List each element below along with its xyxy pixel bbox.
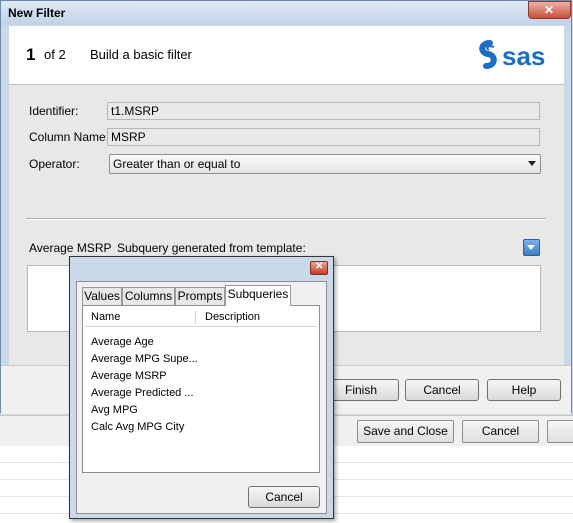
- sas-logo: sas: [479, 40, 545, 71]
- subqueries-list: Name Description Average Age Average MPG…: [82, 305, 320, 473]
- list-item[interactable]: Average MSRP: [91, 370, 167, 382]
- close-icon: ✕: [544, 3, 555, 17]
- list-header: Name Description: [85, 308, 317, 327]
- title-bar: New Filter ✕: [1, 1, 571, 25]
- identifier-field: t1.MSRP: [107, 102, 540, 120]
- wizard-header: 1 of 2 Build a basic filter sas: [9, 26, 564, 85]
- list-item[interactable]: Average MPG Supe...: [91, 353, 198, 365]
- column-header-name[interactable]: Name: [91, 311, 120, 323]
- operator-value: Greater than or equal to: [113, 157, 241, 171]
- save-and-close-button[interactable]: Save and Close: [357, 420, 454, 443]
- cancel-button[interactable]: Cancel: [405, 379, 479, 401]
- operator-select[interactable]: Greater than or equal to: [109, 154, 541, 174]
- popup-cancel-button[interactable]: Cancel: [248, 486, 320, 508]
- subquery-label: Subquery generated from template:: [117, 241, 306, 255]
- tab-prompts[interactable]: Prompts: [175, 287, 225, 305]
- tab-columns[interactable]: Columns: [122, 287, 175, 305]
- popup-content: Values Columns Prompts Subqueries Name D…: [76, 281, 327, 514]
- step-number: 1: [26, 45, 36, 64]
- background-extra-button[interactable]: [547, 420, 573, 443]
- dropdown-arrow-icon: [527, 245, 535, 250]
- dialog-title: New Filter: [8, 6, 66, 20]
- value-label: Average MSRP: [29, 241, 112, 255]
- list-item[interactable]: Avg MPG: [91, 404, 138, 416]
- chevron-down-icon: [528, 161, 536, 166]
- step-of-total: of 2: [44, 47, 66, 62]
- list-item[interactable]: Calc Avg MPG City: [91, 421, 184, 433]
- dialog-close-button[interactable]: ✕: [528, 1, 571, 19]
- tab-subqueries[interactable]: Subqueries: [225, 285, 291, 306]
- background-cancel-button[interactable]: Cancel: [462, 420, 539, 443]
- tab-values[interactable]: Values: [82, 287, 122, 305]
- column-name-label: Column Name:: [29, 130, 110, 144]
- close-icon: ✕: [315, 261, 324, 272]
- step-title: Build a basic filter: [90, 47, 192, 62]
- section-divider: [26, 218, 546, 220]
- column-separator[interactable]: [195, 310, 196, 324]
- list-item[interactable]: Average Predicted ...: [91, 387, 194, 399]
- finish-button[interactable]: Finish: [323, 379, 399, 401]
- column-header-description[interactable]: Description: [205, 311, 260, 323]
- sas-logo-text: sas: [502, 41, 545, 71]
- list-item[interactable]: Average Age: [91, 336, 154, 348]
- identifier-label: Identifier:: [29, 104, 79, 118]
- subquery-dropdown-button[interactable]: [523, 239, 540, 256]
- column-name-field: MSRP: [107, 128, 540, 146]
- operator-label: Operator:: [29, 157, 80, 171]
- help-button[interactable]: Help: [487, 379, 561, 401]
- subquery-popup: ✕ Values Columns Prompts Subqueries Name…: [69, 256, 334, 519]
- popup-close-button[interactable]: ✕: [310, 261, 328, 275]
